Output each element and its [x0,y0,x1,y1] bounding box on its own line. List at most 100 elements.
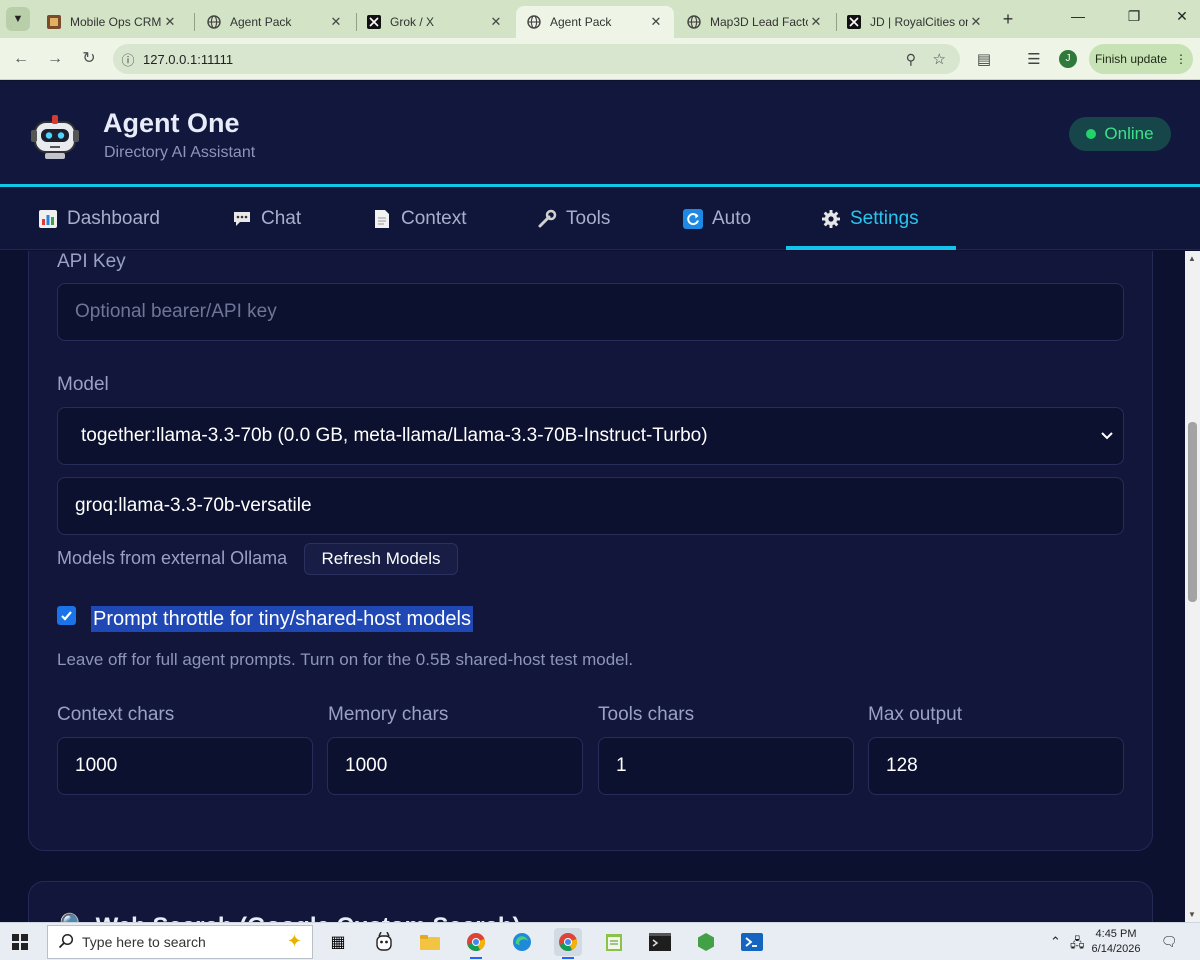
address-bar[interactable]: ⓘ 127.0.0.1:11111 ⚲ ☆ [113,44,960,74]
browser-tab[interactable]: Mobile Ops CRM - ✕ [36,6,188,38]
gear-icon [820,208,842,230]
section-title-text: Web Search (Google Custom Search) [96,913,521,922]
close-icon[interactable]: ✕ [162,14,178,30]
more-vertical-icon: ⋮ [1175,52,1188,66]
model-select[interactable]: together:llama-3.3-70b (0.0 GB, meta-lla… [57,407,1124,465]
max-output-input[interactable]: 128 [868,737,1124,795]
tab-title: Mobile Ops CRM - [70,15,162,29]
terminal-icon[interactable] [646,928,674,956]
tab-divider [194,13,195,31]
close-icon[interactable]: ✕ [328,14,344,30]
api-key-input[interactable]: Optional bearer/API key [57,283,1124,341]
chat-bubble-icon [231,208,253,230]
tab-chat[interactable]: Chat [231,187,301,250]
site-info-icon[interactable]: ⓘ [113,50,143,69]
tab-label: Tools [566,207,611,229]
tab-tools[interactable]: Tools [536,187,610,250]
status-dot-icon [1086,129,1097,139]
wrench-icon [536,208,558,230]
tray-overflow-chevron-icon[interactable]: ⌃ [1050,934,1061,950]
close-icon[interactable]: ✕ [808,14,824,30]
close-icon[interactable]: ✕ [648,14,664,30]
chrome-icon[interactable] [462,928,490,959]
memory-chars-label: Memory chars [328,704,449,725]
restore-icon[interactable]: ❐ [1122,8,1146,25]
notepad-icon[interactable] [600,928,628,956]
reading-mode-icon[interactable]: ▤ [974,50,994,68]
browser-tab[interactable]: Map3D Lead Facto ✕ [676,6,834,38]
tab-search-button[interactable]: ▼ [6,7,30,31]
network-icon[interactable]: 🖧 [1070,934,1085,956]
url-text: 127.0.0.1:11111 [143,51,234,67]
reload-icon[interactable]: ↻ [78,48,100,70]
x-logo-icon [846,14,862,30]
globe-icon [686,14,702,30]
media-controls-icon[interactable]: ☰ [1024,50,1044,68]
bookmark-star-icon[interactable]: ☆ [933,50,946,68]
taskbar-search-input[interactable]: Type here to search ✦ [47,925,313,959]
close-icon[interactable]: ✕ [968,14,984,30]
tab-label: Chat [261,207,302,229]
max-output-label: Max output [868,704,962,725]
scrollbar-thumb[interactable] [1188,422,1197,602]
window-close-icon[interactable]: ✕ [1170,8,1194,25]
back-arrow-icon[interactable]: ← [10,48,32,70]
forward-arrow-icon[interactable]: → [44,48,66,70]
tab-label: Auto [712,207,752,229]
status-text: Online [1104,124,1154,143]
throttle-label[interactable]: Prompt throttle for tiny/shared-host mod… [91,606,473,632]
robot-logo-icon [31,115,79,159]
powershell-icon[interactable] [738,928,766,956]
file-explorer-icon[interactable] [416,928,444,956]
tab-dashboard[interactable]: Dashboard [37,187,160,250]
main-nav: Dashboard Chat Context Tools Auto Settin… [0,187,1200,250]
browser-tab-strip: ▼ Mobile Ops CRM - ✕ Agent Pack ✕ Grok /… [0,0,1200,38]
scroll-up-arrow-icon[interactable]: ▲ [1188,254,1196,263]
new-tab-plus-icon[interactable]: + [997,8,1019,30]
tab-title: Agent Pack [230,15,292,29]
app-subtitle: Directory AI Assistant [104,144,256,161]
edge-icon[interactable] [508,928,536,956]
refresh-icon [682,208,704,230]
checkmark-icon [61,611,72,621]
finish-update-label: Finish update [1094,52,1168,66]
minimize-icon[interactable]: — [1066,8,1090,24]
nodejs-icon[interactable] [692,928,720,956]
close-icon[interactable]: ✕ [488,14,504,30]
model-selected-value: together:llama-3.3-70b (0.0 GB, meta-lla… [81,425,708,446]
settings-content[interactable]: API Key Optional bearer/API key Model to… [0,251,1185,922]
ai-assistant-app-icon[interactable] [370,928,398,956]
search-icon [58,933,74,952]
scroll-down-arrow-icon[interactable]: ▼ [1188,910,1196,919]
api-key-label: API Key [57,251,126,272]
notification-icon[interactable]: 🗨 [1161,934,1178,950]
task-view-icon[interactable]: ▦ [324,928,352,956]
tab-settings[interactable]: Settings [820,187,919,250]
chrome-profile-icon[interactable] [554,928,582,959]
finish-update-button[interactable]: Finish update ⋮ [1089,44,1193,74]
windows-start-icon[interactable] [12,934,28,950]
active-tab-indicator [786,246,956,250]
tools-chars-input[interactable]: 1 [598,737,854,795]
throttle-checkbox[interactable] [57,606,76,625]
tab-context[interactable]: Context [371,187,466,250]
profile-avatar[interactable]: J [1059,50,1077,68]
context-chars-input[interactable]: 1000 [57,737,313,795]
browser-tab[interactable]: JD | RoyalCities on ✕ [836,6,994,38]
zoom-icon[interactable]: ⚲ [906,51,916,68]
browser-tab-active[interactable]: Agent Pack ✕ [516,6,674,38]
browser-tab[interactable]: Grok / X ✕ [356,6,514,38]
browser-tab[interactable]: Agent Pack ✕ [196,6,354,38]
tab-auto[interactable]: Auto [682,187,751,250]
bar-chart-icon [37,208,59,230]
refresh-models-button[interactable]: Refresh Models [304,543,458,575]
custom-model-input[interactable]: groq:llama-3.3-70b-versatile [57,477,1124,535]
memory-chars-input[interactable]: 1000 [327,737,583,795]
clock[interactable]: 4:45 PM 6/14/2026 [1091,927,1141,957]
tab-label: Dashboard [67,207,160,229]
windows-taskbar: Type here to search ✦ ▦ ⌃ 🖧 4:45 PM 6/14… [0,922,1200,960]
tab-title: Agent Pack [550,15,612,29]
tab-label: Settings [850,207,919,229]
chevron-down-icon [1101,432,1113,440]
app-title: Agent One [103,108,240,138]
